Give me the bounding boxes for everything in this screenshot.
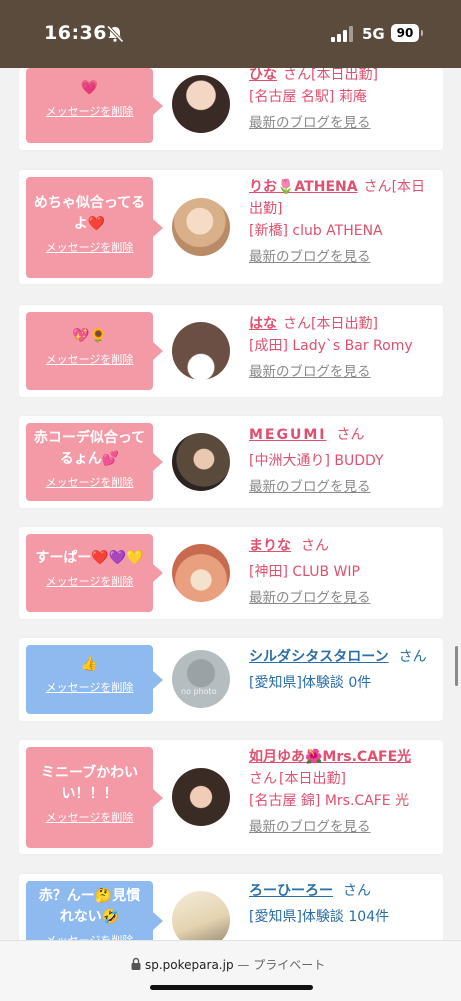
message-feed: 💗 メッセージを削除 ひな さん[本日出勤] [名古屋 名駅] 莉庵 最新のブログ… bbox=[0, 68, 461, 940]
avatar[interactable] bbox=[172, 75, 230, 133]
delete-message-link[interactable]: メッセージを削除 bbox=[26, 932, 153, 940]
user-info: シルダシタスタローン さん [愛知県]体験談 0件 bbox=[249, 646, 437, 694]
message-text: 赤コーデ似合ってるょん💕 bbox=[33, 430, 146, 467]
user-name-link[interactable]: りお🌷ATHENA bbox=[249, 179, 358, 195]
blog-link[interactable]: 最新のブログを見る bbox=[249, 819, 371, 835]
avatar[interactable] bbox=[172, 322, 230, 380]
honorific: さん bbox=[336, 427, 365, 443]
domain-text: sp.pokepara.jp bbox=[145, 958, 234, 972]
blog-link[interactable]: 最新のブログを見る bbox=[249, 590, 371, 606]
message-text: 💗 bbox=[80, 80, 99, 96]
message-text: 💖🌻 bbox=[72, 328, 107, 344]
review-count-text: [愛知県]体験談 0件 bbox=[249, 675, 372, 691]
avatar[interactable] bbox=[172, 768, 230, 826]
honorific: さん bbox=[363, 179, 392, 195]
message-text: すーぱー❤️💜💛 bbox=[35, 550, 144, 566]
status-bar: 16:36 5G 90 bbox=[0, 0, 461, 68]
honorific: さん bbox=[283, 316, 311, 332]
battery-tip bbox=[421, 30, 423, 36]
honorific: さん bbox=[301, 538, 329, 554]
home-indicator[interactable] bbox=[150, 985, 313, 990]
blog-link[interactable]: 最新のブログを見る bbox=[249, 115, 371, 131]
delete-message-link[interactable]: メッセージを削除 bbox=[26, 351, 153, 367]
status-text: [本日出勤] bbox=[311, 316, 378, 332]
status-text: [本日出勤] bbox=[279, 771, 346, 787]
message-card: 赤？んー🤔見慣れない🤣 メッセージを削除 ろーひーろーさん [愛知県]体験談 1… bbox=[19, 874, 443, 940]
message-text: 赤？んー🤔見慣れない🤣 bbox=[38, 888, 141, 925]
message-card: ミニーブかわいい！！！ メッセージを削除 如月ゆあ🌺Mrs.CAFE光 さん [本… bbox=[19, 740, 443, 854]
avatar[interactable] bbox=[172, 891, 230, 940]
message-card: 👍 メッセージを削除 no photo シルダシタスタローン さん [愛知県]体験… bbox=[19, 638, 443, 721]
message-bubble: 赤コーデ似合ってるょん💕 メッセージを削除 bbox=[26, 423, 163, 501]
avatar[interactable] bbox=[172, 433, 230, 491]
message-card: 💗 メッセージを削除 ひな さん[本日出勤] [名古屋 名駅] 莉庵 最新のブログ… bbox=[19, 68, 443, 150]
user-name-link[interactable]: はな bbox=[249, 316, 277, 332]
message-bubble: 💗 メッセージを削除 bbox=[26, 68, 163, 143]
user-info: MEGUMI さん [中洲大通り] BUDDY 最新のブログを見る bbox=[249, 424, 437, 498]
delete-message-link[interactable]: メッセージを削除 bbox=[26, 103, 153, 119]
message-bubble: 💖🌻 メッセージを削除 bbox=[26, 312, 163, 390]
signal-icon bbox=[331, 26, 353, 42]
shop-text: [成田] Lady`s Bar Romy bbox=[249, 338, 413, 354]
message-card: めちゃ似合ってるよ❤️ メッセージを削除 りお🌷ATHENA さん[本日出勤] [… bbox=[19, 170, 443, 284]
delete-message-link[interactable]: メッセージを削除 bbox=[26, 573, 153, 589]
message-bubble: めちゃ似合ってるよ❤️ メッセージを削除 bbox=[26, 177, 163, 278]
delete-message-link[interactable]: メッセージを削除 bbox=[26, 809, 153, 825]
status-time: 16:36 bbox=[44, 22, 107, 44]
avatar[interactable] bbox=[172, 198, 230, 256]
message-card: すーぱー❤️💜💛 メッセージを削除 まりな さん [神田] CLUB WIP 最新… bbox=[19, 527, 443, 619]
honorific: さん bbox=[343, 883, 371, 899]
review-count-text: [愛知県]体験談 104件 bbox=[249, 909, 390, 925]
message-card: 赤コーデ似合ってるょん💕 メッセージを削除 MEGUMI さん [中洲大通り] B… bbox=[19, 416, 443, 508]
message-bubble: すーぱー❤️💜💛 メッセージを削除 bbox=[26, 534, 163, 612]
user-info: はな さん[本日出勤] [成田] Lady`s Bar Romy 最新のブログを見… bbox=[249, 313, 437, 383]
user-info: りお🌷ATHENA さん[本日出勤] [新橋] club ATHENA 最新のブロ… bbox=[249, 176, 437, 268]
message-bubble: ミニーブかわいい！！！ メッセージを削除 bbox=[26, 747, 163, 848]
no-photo-text: no photo bbox=[181, 687, 217, 696]
user-name-link[interactable]: ろーひーろー bbox=[249, 883, 333, 899]
private-label: プライベート bbox=[253, 958, 326, 972]
shop-text: [中洲大通り] BUDDY bbox=[249, 453, 384, 469]
user-info: ひな さん[本日出勤] [名古屋 名駅] 莉庵 最新のブログを見る bbox=[249, 68, 437, 134]
user-name-link[interactable]: シルダシタスタローン bbox=[249, 649, 389, 665]
honorific: さん bbox=[398, 649, 427, 665]
bell-muted-icon bbox=[106, 25, 124, 43]
separator: — bbox=[237, 958, 250, 972]
user-info: まりな さん [神田] CLUB WIP 最新のブログを見る bbox=[249, 535, 437, 609]
blog-link[interactable]: 最新のブログを見る bbox=[249, 364, 371, 380]
message-text: 👍 bbox=[80, 656, 99, 672]
honorific: さん bbox=[283, 68, 311, 83]
status-text: [本日出勤] bbox=[311, 68, 378, 83]
message-bubble: 👍 メッセージを削除 bbox=[26, 645, 163, 714]
scrollbar[interactable] bbox=[455, 646, 458, 686]
message-card: 💖🌻 メッセージを削除 はな さん[本日出勤] [成田] Lady`s Bar R… bbox=[19, 305, 443, 397]
blog-link[interactable]: 最新のブログを見る bbox=[249, 249, 371, 265]
shop-text: [名古屋 錦] Mrs.CAFE 光 bbox=[249, 793, 410, 809]
delete-message-link[interactable]: メッセージを削除 bbox=[26, 474, 153, 490]
delete-message-link[interactable]: メッセージを削除 bbox=[26, 239, 153, 255]
user-name-link[interactable]: 如月ゆあ🌺Mrs.CAFE光 bbox=[249, 749, 411, 765]
user-name-link[interactable]: MEGUMI bbox=[249, 427, 327, 443]
user-info: 如月ゆあ🌺Mrs.CAFE光 さん [本日出勤] [名古屋 錦] Mrs.CAFE… bbox=[249, 746, 437, 838]
message-text: めちゃ似合ってるよ❤️ bbox=[33, 195, 146, 232]
user-name-link[interactable]: ひな bbox=[249, 68, 277, 83]
battery-icon: 90 bbox=[391, 24, 419, 42]
user-info: ろーひーろー さん [愛知県]体験談 104件 bbox=[249, 880, 437, 928]
network-label: 5G bbox=[362, 25, 385, 43]
message-text: ミニーブかわいい！！！ bbox=[40, 765, 139, 802]
lock-icon bbox=[131, 957, 141, 970]
message-bubble: 赤？んー🤔見慣れない🤣 メッセージを削除 bbox=[26, 881, 163, 940]
avatar[interactable] bbox=[172, 544, 230, 602]
delete-message-link[interactable]: メッセージを削除 bbox=[26, 679, 153, 695]
blog-link[interactable]: 最新のブログを見る bbox=[249, 479, 371, 495]
url-bar[interactable]: sp.pokepara.jp — プライベート bbox=[145, 956, 325, 973]
browser-bottom-bar: sp.pokepara.jp — プライベート bbox=[0, 940, 461, 1001]
shop-text: [新橋] club ATHENA bbox=[249, 223, 383, 239]
avatar[interactable]: no photo bbox=[172, 650, 230, 708]
user-name-link[interactable]: まりな bbox=[249, 538, 291, 554]
shop-text: [名古屋 名駅] 莉庵 bbox=[249, 89, 367, 105]
shop-text: [神田] CLUB WIP bbox=[249, 564, 360, 580]
honorific: さん bbox=[249, 771, 277, 787]
